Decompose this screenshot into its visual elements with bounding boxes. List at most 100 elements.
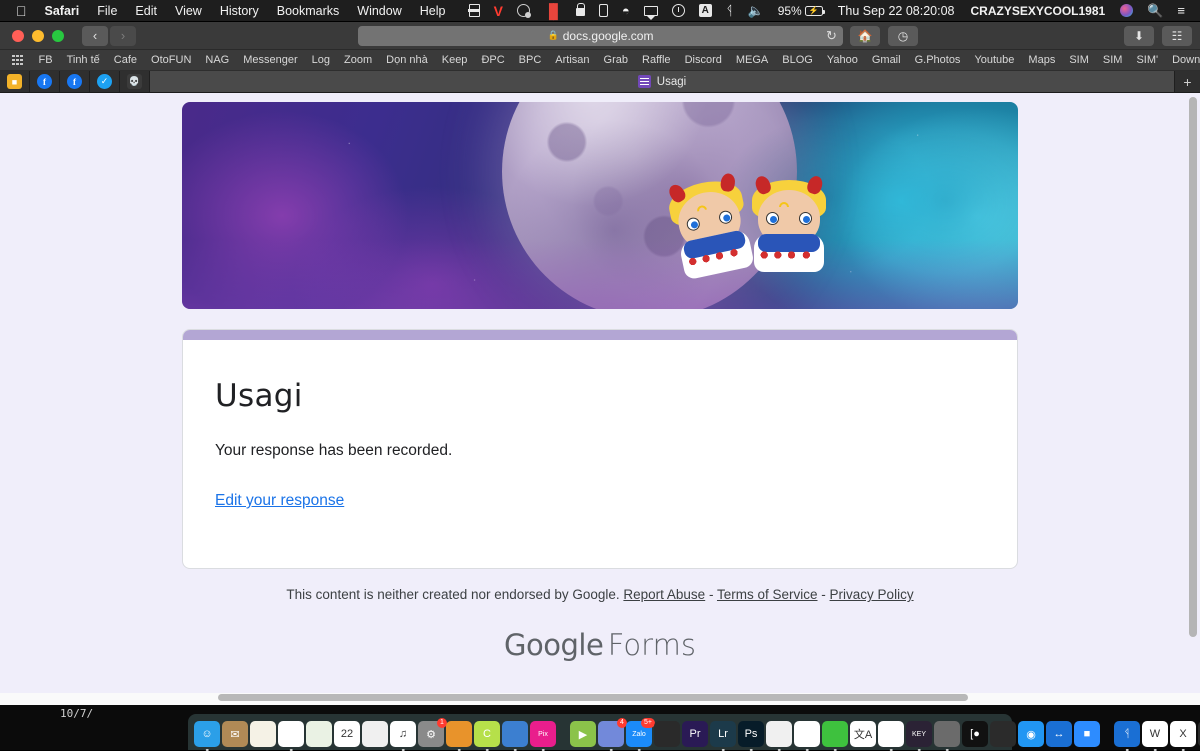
bookmark-otofun[interactable]: OtoFUN xyxy=(144,54,198,66)
download-icon[interactable]: ⬇ xyxy=(1124,26,1154,46)
dock-item-translate[interactable]: 文A xyxy=(850,721,876,747)
bookmark-artisan[interactable]: Artisan xyxy=(548,54,596,66)
dock-item-zoom[interactable]: ■ xyxy=(1074,721,1100,747)
dock-item-bluetooth[interactable]: ᛩ xyxy=(1114,721,1140,747)
bookmark-bpc[interactable]: BPC xyxy=(512,54,549,66)
dock-item-teamviewer[interactable]: ↔ xyxy=(1046,721,1072,747)
vertical-scrollbar[interactable] xyxy=(1189,97,1197,637)
back-button[interactable]: ‹ xyxy=(82,26,108,46)
new-tab-button[interactable]: + xyxy=(1174,71,1200,92)
pinned-tab-twitter[interactable]: ✓ xyxy=(90,71,120,92)
edit-your-response-link[interactable]: Edit your response xyxy=(215,492,344,510)
dock-item-discord[interactable]: 4 xyxy=(598,721,624,747)
menu-bar-username[interactable]: CRAZYSEXYCOOL1981 xyxy=(963,4,1114,18)
dock-item-zalo[interactable]: Zalo5+ xyxy=(626,721,652,747)
dock-item-finder[interactable]: ☺ xyxy=(194,721,220,747)
bookmark-blog[interactable]: BLOG xyxy=(775,54,820,66)
menu-item-safari[interactable]: Safari xyxy=(36,4,89,18)
dock-item-safari[interactable] xyxy=(766,721,792,747)
dock-item-maps[interactable] xyxy=(306,721,332,747)
bookmark-download[interactable]: Download xyxy=(1165,54,1200,66)
reload-icon[interactable]: ↻ xyxy=(826,28,837,44)
bookmark-grab[interactable]: Grab xyxy=(597,54,635,66)
battery-status[interactable]: 95% ⚡ xyxy=(771,4,830,18)
do-not-disturb-icon[interactable] xyxy=(510,4,537,17)
bookmark-sim-1[interactable]: SIM xyxy=(1062,54,1096,66)
active-tab-usagi[interactable]: Usagi xyxy=(150,71,1174,92)
menu-item-bookmarks[interactable]: Bookmarks xyxy=(268,4,349,18)
dock-item-chat-app[interactable]: C xyxy=(474,721,500,747)
airplay-icon[interactable] xyxy=(637,6,665,16)
bookmark-yahoo[interactable]: Yahoo xyxy=(820,54,865,66)
minimize-window-button[interactable] xyxy=(32,30,44,42)
dock-item-android-file-transfer[interactable]: ▶ xyxy=(570,721,596,747)
window-controls[interactable] xyxy=(8,30,64,42)
pause-icon[interactable]: ▐▌ xyxy=(537,3,569,19)
v-icon[interactable]: V xyxy=(487,3,510,19)
dock-item-hardware-monitor[interactable] xyxy=(934,721,960,747)
bookmark-fb[interactable]: FB xyxy=(32,54,60,66)
dock-item-chronosync[interactable] xyxy=(878,721,904,747)
dock-item-premiere-pro[interactable]: Pr xyxy=(682,721,708,747)
bookmark-dpc[interactable]: ĐPC xyxy=(474,54,511,66)
dock-item-color-tiles[interactable] xyxy=(990,721,1016,747)
dock-item-notes[interactable] xyxy=(250,721,276,747)
pinned-tab-facebook-1[interactable]: f xyxy=(30,71,60,92)
bookmark-sim-2[interactable]: SIM xyxy=(1096,54,1130,66)
bookmark-youtube[interactable]: Youtube xyxy=(967,54,1021,66)
privacy-policy-link[interactable]: Privacy Policy xyxy=(830,587,914,602)
menu-item-view[interactable]: View xyxy=(166,4,211,18)
control-center-icon[interactable]: ≡ xyxy=(1170,3,1192,18)
pinned-tab-facebook-2[interactable]: f xyxy=(60,71,90,92)
dock-item-camera-app[interactable]: ◉ xyxy=(1018,721,1044,747)
dock-item-word[interactable]: W xyxy=(1142,721,1168,747)
dock-item-lightroom[interactable]: Lr xyxy=(710,721,736,747)
bookmark-donnha[interactable]: Dọn nhà xyxy=(379,54,435,66)
apps-grid-icon[interactable] xyxy=(12,55,23,66)
home-icon[interactable]: 🏠 xyxy=(850,26,880,46)
dock-item-pixelmator[interactable]: Pix xyxy=(530,721,556,747)
bookmark-zoom[interactable]: Zoom xyxy=(337,54,379,66)
dock-item-pages[interactable] xyxy=(278,721,304,747)
dock-item-itunes[interactable]: ♫ xyxy=(390,721,416,747)
pinned-tab-reddit[interactable]: 💀 xyxy=(120,71,150,92)
horizontal-scrollbar[interactable] xyxy=(218,694,968,701)
bookmark-keep[interactable]: Keep xyxy=(435,54,475,66)
bluetooth-icon[interactable]: ᛩ xyxy=(719,3,741,18)
phone-icon[interactable] xyxy=(592,4,615,17)
apple-logo-icon[interactable]:  xyxy=(8,4,36,18)
bookmark-gphotos[interactable]: G.Photos xyxy=(908,54,968,66)
wifi-icon[interactable]: ◓ xyxy=(615,3,637,18)
bookmark-messenger[interactable]: Messenger xyxy=(236,54,304,66)
bookmark-maps[interactable]: Maps xyxy=(1021,54,1062,66)
siri-icon[interactable] xyxy=(1113,4,1140,17)
lock-icon[interactable] xyxy=(569,5,592,16)
menu-item-edit[interactable]: Edit xyxy=(126,4,166,18)
keyboard-input-icon[interactable]: A xyxy=(692,4,719,17)
menu-item-help[interactable]: Help xyxy=(411,4,455,18)
dock-item-excel[interactable]: X xyxy=(1170,721,1196,747)
dock-item-final-cut-pro[interactable] xyxy=(654,721,680,747)
dock-item-keynote-key[interactable]: KEY xyxy=(906,721,932,747)
dock-item-onedrive-alt[interactable] xyxy=(822,721,848,747)
history-clock-icon[interactable]: ◷ xyxy=(888,26,918,46)
dock-item-remote-desktop[interactable] xyxy=(502,721,528,747)
menu-item-history[interactable]: History xyxy=(211,4,268,18)
dock-item-contacts[interactable]: ✉ xyxy=(222,721,248,747)
dock-item-news[interactable] xyxy=(362,721,388,747)
dock-item-calendar[interactable]: 22 xyxy=(334,721,360,747)
report-abuse-link[interactable]: Report Abuse xyxy=(623,587,705,602)
bookmark-nag[interactable]: NAG xyxy=(198,54,236,66)
bookmark-raffle[interactable]: Raffle xyxy=(635,54,678,66)
menu-item-window[interactable]: Window xyxy=(348,4,410,18)
volume-icon[interactable]: 🔈 xyxy=(741,3,771,19)
dock-item-app-store-alt[interactable] xyxy=(446,721,472,747)
menu-bar-clock[interactable]: Thu Sep 22 08:20:08 xyxy=(830,4,963,18)
dock-item-photoshop[interactable]: Ps xyxy=(738,721,764,747)
close-window-button[interactable] xyxy=(12,30,24,42)
menu-item-file[interactable]: File xyxy=(88,4,126,18)
terms-of-service-link[interactable]: Terms of Service xyxy=(717,587,818,602)
pinned-tab-notes[interactable]: ■ xyxy=(0,71,30,92)
google-forms-branding[interactable]: Google Forms xyxy=(0,628,1200,662)
forward-button[interactable]: › xyxy=(110,26,136,46)
